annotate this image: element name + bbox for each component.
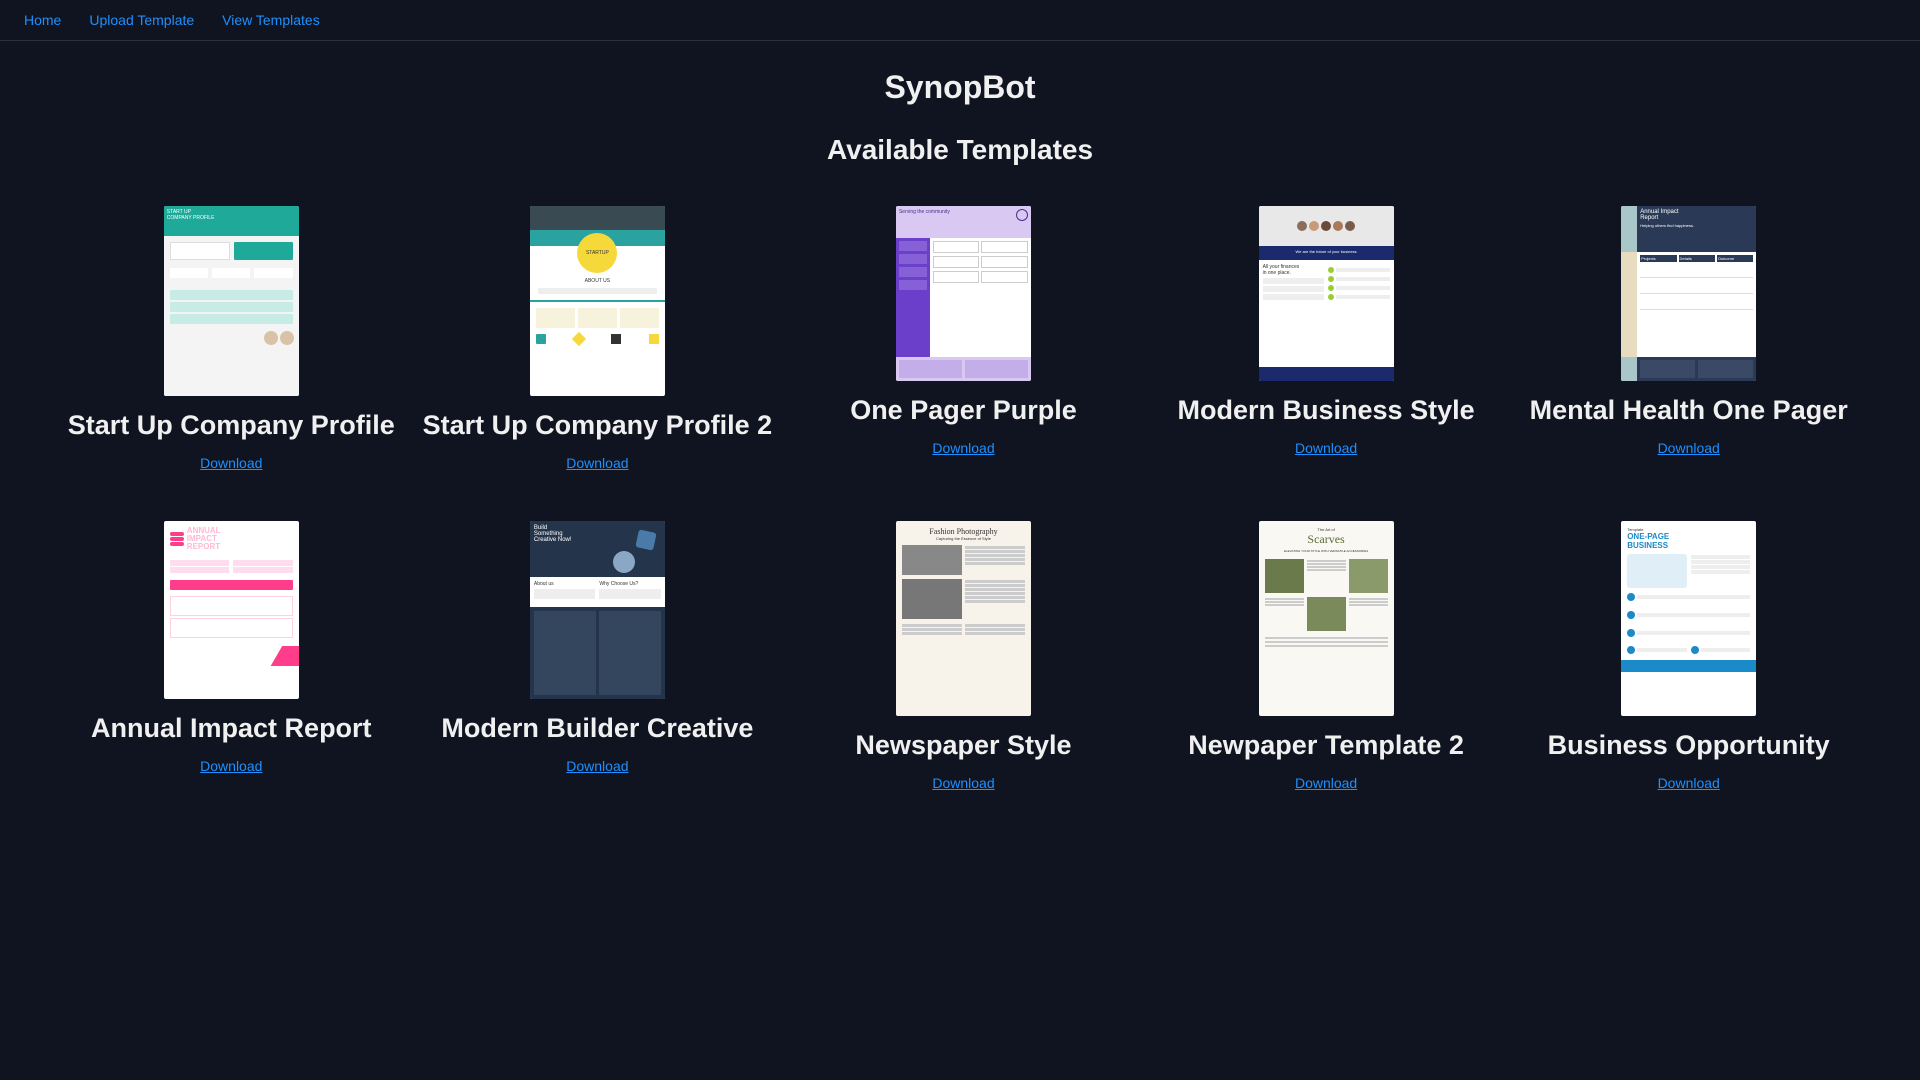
template-thumbnail[interactable]: The Art of Scarves ELEVATING YOUR STYLE … (1259, 521, 1394, 716)
template-thumbnail[interactable]: Annual ImpactReportHelping others find h… (1621, 206, 1756, 381)
download-link[interactable]: Download (566, 455, 628, 471)
download-link[interactable]: Download (1658, 440, 1720, 456)
nav-home[interactable]: Home (24, 12, 61, 28)
template-thumbnail[interactable]: Serving the community (896, 206, 1031, 381)
download-link[interactable]: Download (200, 758, 262, 774)
download-link[interactable]: Download (1295, 775, 1357, 791)
template-thumbnail[interactable]: Template ONE-PAGEBUSINESS (1621, 521, 1756, 716)
download-link[interactable]: Download (1658, 775, 1720, 791)
template-card: ANNUALIMPACTREPORT (60, 521, 403, 791)
template-title: One Pager Purple (850, 395, 1077, 426)
template-title: Business Opportunity (1548, 730, 1830, 761)
template-thumbnail[interactable]: STARTUP ABOUT US (530, 206, 665, 396)
download-link[interactable]: Download (566, 758, 628, 774)
download-link[interactable]: Download (1295, 440, 1357, 456)
download-link[interactable]: Download (200, 455, 262, 471)
template-title: Modern Builder Creative (441, 713, 753, 744)
template-title: Modern Business Style (1178, 395, 1475, 426)
download-link[interactable]: Download (932, 440, 994, 456)
page-title: SynopBot (0, 69, 1920, 106)
template-thumbnail[interactable]: START UPCOMPANY PROFILE (164, 206, 299, 396)
template-title: Newpaper Template 2 (1188, 730, 1464, 761)
template-thumbnail[interactable]: BuildSomethingCreative Now! About us Why… (530, 521, 665, 699)
download-link[interactable]: Download (932, 775, 994, 791)
template-card: START UPCOMPANY PROFILE (60, 206, 403, 471)
template-title: Start Up Company Profile (68, 410, 395, 441)
template-card: BuildSomethingCreative Now! About us Why… (423, 521, 773, 791)
template-card: We are the future of your business All y… (1155, 206, 1498, 471)
template-title: Mental Health One Pager (1530, 395, 1848, 426)
template-grid: START UPCOMPANY PROFILE (0, 166, 1920, 791)
template-thumbnail[interactable]: We are the future of your business All y… (1259, 206, 1394, 381)
template-thumbnail[interactable]: Fashion Photography Capturing the Essenc… (896, 521, 1031, 716)
template-thumbnail[interactable]: ANNUALIMPACTREPORT (164, 521, 299, 699)
template-card: The Art of Scarves ELEVATING YOUR STYLE … (1155, 521, 1498, 791)
template-card: Fashion Photography Capturing the Essenc… (792, 521, 1135, 791)
top-nav: Home Upload Template View Templates (0, 0, 1920, 41)
template-card: Template ONE-PAGEBUSINESS Business Oppor (1517, 521, 1860, 791)
template-card: STARTUP ABOUT US Start Up Company Profil… (423, 206, 773, 471)
template-title: Start Up Company Profile 2 (423, 410, 773, 441)
template-title: Annual Impact Report (91, 713, 372, 744)
nav-upload-template[interactable]: Upload Template (89, 12, 194, 28)
template-card: Annual ImpactReportHelping others find h… (1517, 206, 1860, 471)
page-subtitle: Available Templates (0, 134, 1920, 166)
template-title: Newspaper Style (855, 730, 1071, 761)
nav-view-templates[interactable]: View Templates (222, 12, 320, 28)
template-card: Serving the community (792, 206, 1135, 471)
